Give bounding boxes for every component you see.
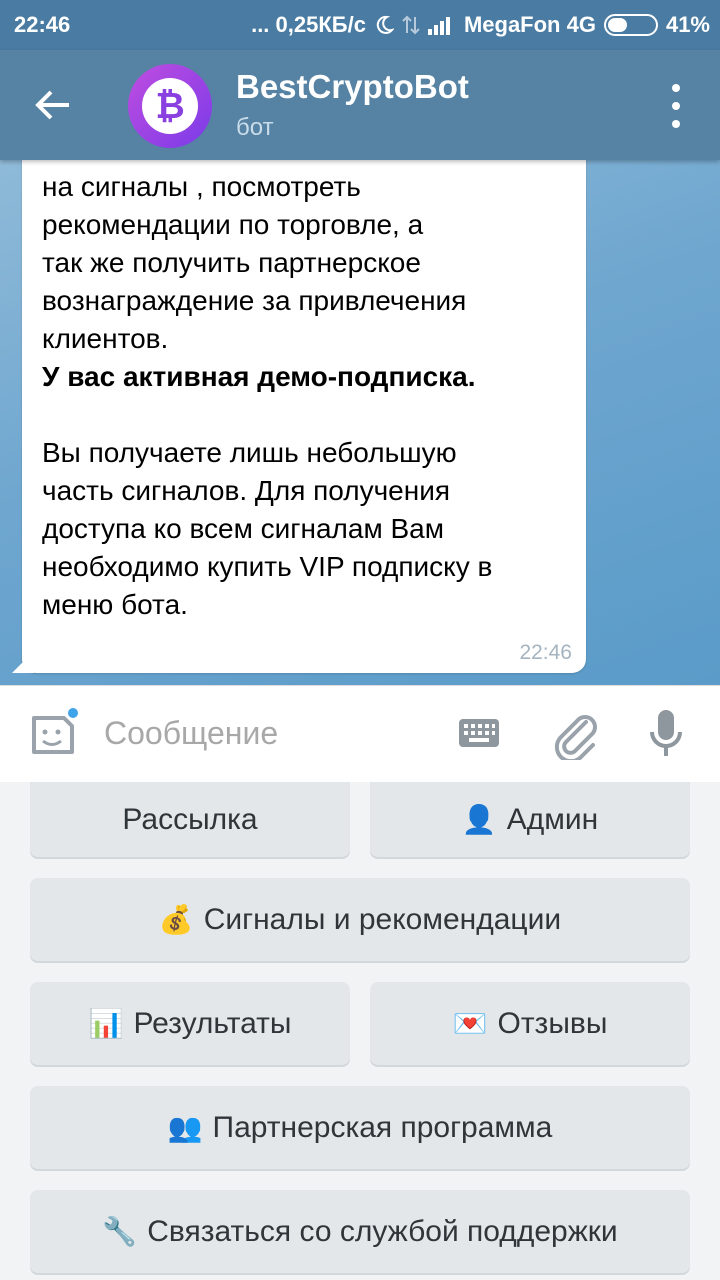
message-bold-text: У вас активная демо-подписка.	[42, 361, 476, 392]
love-letter-icon: 💌	[452, 1007, 488, 1040]
status-right: ... 0,25КБ/с MegaFon 4G 41%	[251, 12, 710, 38]
network-speed: ... 0,25КБ/с	[251, 12, 366, 37]
data-arrows-icon	[402, 15, 420, 35]
chat-header: ₿ BestCryptoBot бот	[0, 50, 720, 160]
signal-icon	[427, 15, 456, 35]
kb-button-label: Результаты	[133, 1006, 292, 1040]
message-text: на сигналы , посмотреть рекомендации по …	[42, 171, 467, 354]
notification-dot	[66, 706, 80, 720]
chat-subtitle: бот	[236, 114, 274, 141]
message-input-bar	[0, 685, 720, 782]
kb-button-signals[interactable]: 💰 Сигналы и рекомендации	[30, 878, 690, 961]
kb-button-label: Рассылка	[122, 802, 258, 836]
status-bar: 22:46 ... 0,25КБ/с MegaFon 4G 41%	[0, 0, 720, 50]
bitcoin-icon: ₿	[142, 78, 198, 134]
kb-button-partner[interactable]: 👥 Партнерская программа	[30, 1086, 690, 1169]
more-vertical-icon[interactable]	[666, 84, 686, 128]
carrier-name: MegaFon 4G	[463, 12, 596, 37]
kb-button-mailing[interactable]: Рассылка	[30, 782, 350, 857]
kb-button-label: Связаться со службой поддержки	[147, 1214, 618, 1248]
paperclip-icon[interactable]	[552, 708, 598, 765]
battery-icon	[603, 14, 658, 36]
kb-button-results[interactable]: 📊 Результаты	[30, 982, 350, 1065]
money-bag-icon: 💰	[158, 903, 194, 936]
kb-button-label: Сигналы и рекомендации	[203, 902, 562, 936]
kb-button-label: Отзывы	[497, 1006, 608, 1040]
arrow-left-icon	[35, 90, 69, 120]
busts-icon: 👥	[167, 1111, 203, 1144]
battery-percent: 41%	[665, 12, 710, 37]
status-time: 22:46	[14, 12, 71, 37]
kb-button-admin[interactable]: 👤 Админ	[370, 782, 690, 857]
bust-icon: 👤	[461, 803, 497, 836]
moon-icon	[374, 15, 394, 35]
microphone-icon[interactable]	[648, 708, 684, 765]
wrench-icon: 🔧	[102, 1215, 138, 1248]
bubble-tail	[12, 651, 34, 673]
message-bubble[interactable]: на сигналы , посмотреть рекомендации по …	[12, 160, 586, 673]
kb-button-support[interactable]: 🔧 Связаться со службой поддержки	[30, 1190, 690, 1273]
bar-chart-icon: 📊	[88, 1007, 124, 1040]
battery-level	[607, 18, 627, 32]
kb-button-label: Партнерская программа	[212, 1110, 553, 1144]
message-time: 22:46	[519, 641, 572, 664]
kb-button-label: Админ	[506, 802, 599, 836]
bot-keyboard: Рассылка 👤 Админ 💰 Сигналы и рекомендаци…	[0, 782, 720, 1280]
avatar[interactable]: ₿	[128, 64, 212, 148]
kb-button-reviews[interactable]: 💌 Отзывы	[370, 982, 690, 1065]
chat-title[interactable]: BestCryptoBot	[236, 68, 469, 106]
keyboard-icon[interactable]	[458, 718, 500, 753]
message-text-2: Вы получаете лишь небольшую часть сигнал…	[42, 437, 493, 620]
message-input[interactable]	[104, 710, 434, 756]
chat-area[interactable]: на сигналы , посмотреть рекомендации по …	[0, 160, 720, 685]
back-button[interactable]	[28, 80, 78, 130]
